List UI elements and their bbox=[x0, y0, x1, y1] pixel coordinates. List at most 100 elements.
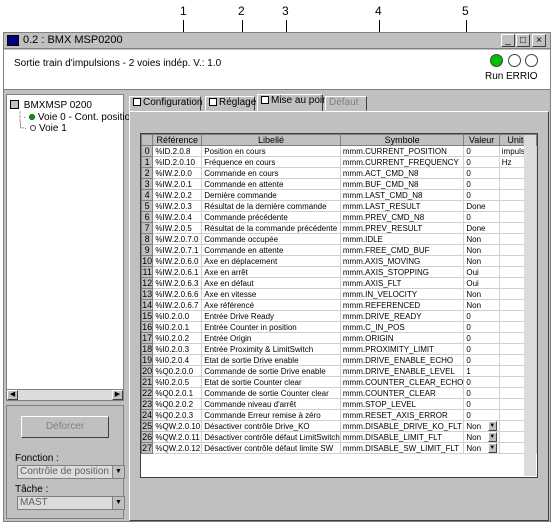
run-label: Run bbox=[485, 71, 504, 82]
scroll-left-icon[interactable]: ◀ bbox=[7, 390, 18, 400]
table-row[interactable]: 9 %IW.2.0.7.1 Commande en attente mmm.FREE_… bbox=[141, 244, 537, 256]
close-button[interactable]: × bbox=[532, 34, 546, 47]
label-cell: Axe en vitesse bbox=[201, 288, 341, 300]
value-cell[interactable]: 0 bbox=[463, 343, 500, 355]
tab-configuration[interactable]: Configuration bbox=[129, 96, 202, 111]
value-cell[interactable]: 0 bbox=[463, 387, 500, 399]
value-cell[interactable]: Non bbox=[463, 233, 500, 245]
value-cell[interactable]: 0 bbox=[463, 167, 500, 179]
table-row[interactable]: 18 %I0.2.0.3 Entrée Proximity & LimitSwitc… bbox=[141, 343, 537, 355]
symbol-cell-text: mmm.LAST_RESULT bbox=[342, 201, 421, 211]
table-row[interactable]: 23 %Q0.2.0.2 Commande niveau d'arrêt mmm.ST… bbox=[141, 398, 537, 410]
table-row[interactable]: 4 %IW.2.0.2 Dernière commande mmm.LAST_CMD_… bbox=[141, 189, 537, 201]
chevron-down-icon[interactable]: ▼ bbox=[487, 421, 497, 431]
table-row[interactable]: 10 %IW.2.0.6.0 Axe en déplacement mmm.AXIS_… bbox=[141, 255, 537, 267]
table-row[interactable]: 2 %IW.2.0.0 Commande en cours mmm.ACT_CMD_N… bbox=[141, 167, 537, 179]
tree-horizontal-scrollbar[interactable]: ◀ ▶ bbox=[6, 389, 124, 401]
value-cell[interactable]: Non bbox=[463, 299, 500, 311]
value-cell[interactable]: 0 bbox=[463, 354, 500, 366]
value-cell[interactable]: Non bbox=[463, 288, 500, 300]
table-row[interactable]: 20 %Q0.2.0.0 Commande de sortie Drive enab… bbox=[141, 365, 537, 377]
value-cell[interactable]: Non bbox=[463, 244, 500, 256]
table-row[interactable]: 11 %IW.2.0.6.1 Axe en arrêt mmm.AXIS_STOPPI… bbox=[141, 266, 537, 278]
tab-reglage[interactable]: Réglage bbox=[205, 96, 256, 111]
tree-item-voie-0[interactable]: ┆· Voie 0 - Cont. position bbox=[17, 112, 136, 123]
table-row[interactable]: 13 %IW.2.0.6.6 Axe en vitesse mmm.IN_VELOCI… bbox=[141, 288, 537, 300]
value-cell[interactable]: 0 bbox=[463, 398, 500, 410]
row-number: 5 bbox=[141, 200, 154, 212]
table-row[interactable]: 19 %I0.2.0.4 Etat de sortie Drive enable mm… bbox=[141, 354, 537, 366]
table-row[interactable]: 26 %QW.2.0.11 Désactiver contrôle défaut L… bbox=[141, 431, 537, 443]
reference-cell: %I0.2.0.0 bbox=[152, 310, 203, 322]
task-select[interactable]: MAST ▼ bbox=[17, 496, 125, 510]
value-cell-text: Non bbox=[466, 289, 482, 299]
value-cell[interactable]: 0 bbox=[463, 409, 500, 421]
symbol-column-header[interactable]: Symbole bbox=[339, 134, 465, 146]
label-cell-text: Résultat de la dernière commande bbox=[204, 201, 327, 211]
value-cell[interactable]: Non ▼ bbox=[463, 431, 500, 443]
chevron-down-icon[interactable]: ▼ bbox=[112, 466, 124, 478]
function-select[interactable]: Contrôle de position ▼ bbox=[17, 465, 125, 479]
table-row[interactable]: 25 %QW.2.0.10 Désactiver contrôle Drive_KO… bbox=[141, 420, 537, 432]
reference-cell-text: %IW.2.0.6.0 bbox=[155, 256, 199, 266]
value-cell[interactable]: Done bbox=[463, 200, 500, 212]
reference-cell-text: %IW.2.0.7.1 bbox=[155, 245, 199, 255]
tab-mise-au-point[interactable]: Mise au point bbox=[257, 94, 330, 111]
table-row[interactable]: 8 %IW.2.0.7.0 Commande occupée mmm.IDLE Non bbox=[141, 233, 537, 245]
row-number-text: 6 bbox=[144, 212, 150, 222]
title-bar[interactable]: 0.2 : BMX MSP0200 _ □ × bbox=[4, 33, 550, 49]
tree-root[interactable]: BMXMSP 0200 bbox=[10, 100, 92, 111]
value-cell[interactable]: 0 bbox=[463, 310, 500, 322]
label-column-header[interactable]: Libellé bbox=[201, 134, 341, 146]
value-cell[interactable]: 0 bbox=[463, 211, 500, 223]
symbol-cell: mmm.STOP_LEVEL bbox=[339, 398, 465, 410]
value-cell[interactable]: Non ▼ bbox=[463, 420, 500, 432]
tab-defaut[interactable]: Défaut bbox=[325, 96, 367, 111]
table-row[interactable]: 15 %I0.2.0.0 Entrée Drive Ready mmm.DRIVE_R… bbox=[141, 310, 537, 322]
value-cell[interactable]: Non bbox=[463, 255, 500, 267]
chevron-down-icon[interactable]: ▼ bbox=[487, 432, 497, 442]
table-row[interactable]: 12 %IW.2.0.6.3 Axe en défaut mmm.AXIS_FLT Ou… bbox=[141, 277, 537, 289]
value-cell[interactable]: Done bbox=[463, 222, 500, 234]
value-cell[interactable]: 0 bbox=[463, 376, 500, 388]
value-cell[interactable]: 0 bbox=[463, 178, 500, 190]
value-cell[interactable]: 0 bbox=[463, 156, 500, 168]
reference-cell-text: %Q0.2.0.0 bbox=[155, 366, 194, 376]
table-row[interactable]: 22 %Q0.2.0.1 Commande de sortie Counter cl… bbox=[141, 387, 537, 399]
table-row[interactable]: 16 %I0.2.0.1 Entrée Counter in position mmm… bbox=[141, 321, 537, 333]
reference-column-header[interactable]: Référence bbox=[152, 134, 203, 146]
table-vertical-scrollbar[interactable] bbox=[524, 135, 536, 476]
tree-item-voie-1[interactable]: └· Voie 1 bbox=[17, 123, 67, 134]
chevron-down-icon[interactable]: ▼ bbox=[112, 497, 124, 509]
label-cell-text: Commande niveau d'arrêt bbox=[204, 399, 297, 409]
value-cell[interactable]: Oui bbox=[463, 277, 500, 289]
table-row[interactable]: 3 %IW.2.0.1 Commande en attente mmm.BUF_CMD… bbox=[141, 178, 537, 190]
unforce-button[interactable]: Déforcer bbox=[21, 416, 109, 438]
value-cell[interactable]: 0 bbox=[463, 332, 500, 344]
value-cell[interactable]: Non ▼ bbox=[463, 442, 500, 454]
value-cell[interactable]: 0 bbox=[463, 145, 500, 157]
table-row[interactable]: 7 %IW.2.0.5 Résultat de la commande précéd… bbox=[141, 222, 537, 234]
table-row[interactable]: 17 %I0.2.0.2 Entrée Origin mmm.ORIGIN 0 bbox=[141, 332, 537, 344]
row-number-text: 1 bbox=[144, 157, 150, 167]
table-row[interactable]: 24 %Q0.2.0.3 Commande Erreur remise à zéro… bbox=[141, 409, 537, 421]
maximize-button[interactable]: □ bbox=[516, 34, 530, 47]
chevron-down-icon[interactable]: ▼ bbox=[487, 443, 497, 453]
table-row[interactable]: 5 %IW.2.0.3 Résultat de la dernière comman… bbox=[141, 200, 537, 212]
table-row[interactable]: 1 %ID.2.0.10 Fréquence en cours mmm.CURRENT… bbox=[141, 156, 537, 168]
table-row[interactable]: 0 %ID.2.0.8 Position en cours mmm.CURRENT_P… bbox=[141, 145, 537, 157]
table-row[interactable]: 21 %I0.2.0.5 Etat de sortie Counter clear m… bbox=[141, 376, 537, 388]
minimize-button[interactable]: _ bbox=[501, 34, 515, 47]
value-cell[interactable]: 0 bbox=[463, 321, 500, 333]
value-cell[interactable]: Oui bbox=[463, 266, 500, 278]
label-cell-text: Commande en cours bbox=[204, 168, 279, 178]
scroll-right-icon[interactable]: ▶ bbox=[112, 390, 123, 400]
table-row[interactable]: 14 %IW.2.0.6.7 Axe référencé mmm.REFERENCED… bbox=[141, 299, 537, 311]
table-row[interactable]: 27 %QW.2.0.12 Désactiver contrôle défaut l… bbox=[141, 442, 537, 454]
value-column-header[interactable]: Valeur bbox=[463, 134, 500, 146]
symbol-cell: mmm.ACT_CMD_N8 bbox=[339, 167, 465, 179]
row-number: 21 bbox=[141, 376, 154, 388]
table-row[interactable]: 6 %IW.2.0.4 Commande précédente mmm.PREV_CM… bbox=[141, 211, 537, 223]
value-cell[interactable]: 0 bbox=[463, 189, 500, 201]
value-cell[interactable]: 1 bbox=[463, 365, 500, 377]
